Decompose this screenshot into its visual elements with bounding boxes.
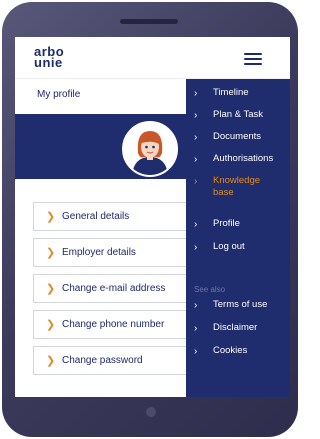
- chevron-right-icon: ›: [194, 88, 198, 99]
- phone-home-button[interactable]: [146, 407, 156, 417]
- menu-item-label: Cookies: [213, 345, 248, 356]
- menu-item-label: Terms of use: [213, 299, 268, 310]
- change-password-link[interactable]: ❯ Change password: [33, 346, 205, 375]
- chevron-right-icon: ›: [194, 346, 198, 357]
- menu-item-terms-of-use[interactable]: › Terms of use: [186, 299, 290, 319]
- chevron-right-icon: ❯: [46, 319, 56, 331]
- chevron-right-icon: ›: [194, 300, 198, 311]
- menu-item-disclaimer[interactable]: › Disclaimer: [186, 322, 290, 342]
- menu-item-authorisations[interactable]: › Authorisations: [186, 153, 290, 173]
- change-phone-link[interactable]: ❯ Change phone number: [33, 310, 205, 339]
- menu-item-label: Plan & Task: [213, 109, 263, 120]
- avatar: [122, 121, 178, 177]
- app-header: arbo unie: [15, 37, 290, 79]
- menu-item-label: Authorisations: [213, 153, 274, 164]
- profile-title-row: My profile: [15, 79, 186, 113]
- chevron-right-icon: ❯: [46, 283, 56, 295]
- avatar-illustration-icon: [124, 123, 176, 175]
- see-also-label: See also: [194, 285, 226, 294]
- hamburger-menu-icon[interactable]: [244, 53, 262, 66]
- employer-details-link[interactable]: ❯ Employer details: [33, 238, 205, 267]
- list-item-label: Change phone number: [62, 319, 165, 330]
- chevron-right-icon: ›: [194, 219, 198, 230]
- menu-item-cookies[interactable]: › Cookies: [186, 345, 290, 365]
- list-item-label: General details: [62, 211, 130, 222]
- app-screen: arbo unie My profile ❯ General details ❯…: [15, 37, 290, 397]
- change-email-link[interactable]: ❯ Change e-mail address: [33, 274, 205, 303]
- menu-item-knowledge-base[interactable]: › Knowledge base: [186, 175, 290, 205]
- menu-item-profile[interactable]: › Profile: [186, 218, 290, 238]
- chevron-right-icon: ›: [194, 154, 198, 165]
- phone-device-frame: arbo unie My profile ❯ General details ❯…: [2, 2, 298, 437]
- menu-item-label: Disclaimer: [213, 322, 258, 333]
- chevron-right-icon: ❯: [46, 247, 56, 259]
- chevron-right-icon: ›: [194, 132, 198, 143]
- menu-item-label: Knowledge base: [213, 175, 261, 198]
- chevron-right-icon: ❯: [46, 211, 56, 223]
- general-details-link[interactable]: ❯ General details: [33, 202, 205, 231]
- phone-speaker: [120, 19, 178, 24]
- menu-item-label: Timeline: [213, 87, 249, 98]
- menu-item-label: Profile: [213, 218, 240, 229]
- arbo-unie-logo[interactable]: arbo unie: [34, 45, 64, 70]
- menu-item-plan-task[interactable]: › Plan & Task: [186, 109, 290, 129]
- list-item-label: Employer details: [62, 247, 136, 258]
- list-item-label: Change e-mail address: [62, 283, 166, 294]
- side-navigation-menu: › Timeline › Plan & Task › Documents › A…: [186, 79, 290, 397]
- menu-item-log-out[interactable]: › Log out: [186, 241, 290, 261]
- menu-item-label: Log out: [213, 241, 245, 252]
- chevron-right-icon: ›: [194, 176, 198, 187]
- chevron-right-icon: ›: [194, 323, 198, 334]
- menu-item-timeline[interactable]: › Timeline: [186, 87, 290, 107]
- menu-item-label: Documents: [213, 131, 262, 142]
- menu-item-documents[interactable]: › Documents: [186, 131, 290, 151]
- chevron-right-icon: ›: [194, 110, 198, 121]
- chevron-right-icon: ›: [194, 242, 198, 253]
- logo-line-2: unie: [34, 55, 63, 70]
- chevron-right-icon: ❯: [46, 355, 56, 367]
- list-item-label: Change password: [62, 355, 143, 366]
- profile-title: My profile: [37, 89, 81, 100]
